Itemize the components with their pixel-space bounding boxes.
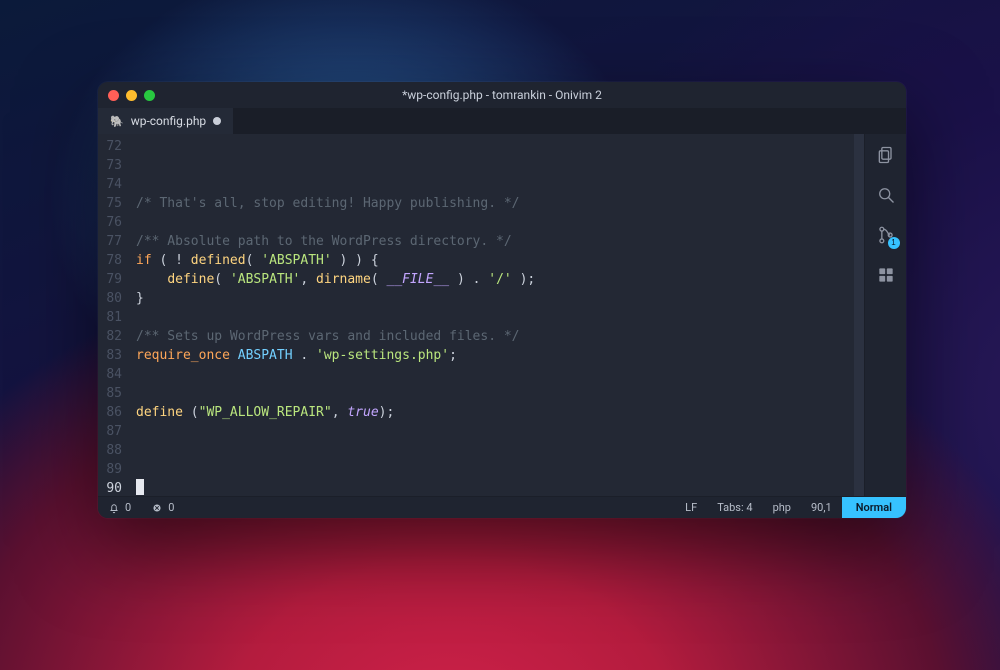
line-number: 79 — [98, 270, 122, 289]
close-button[interactable] — [108, 90, 119, 101]
line-number: 78 — [98, 251, 122, 270]
search-icon[interactable] — [875, 184, 897, 206]
code-line[interactable]: /** Sets up WordPress vars and included … — [136, 327, 864, 346]
line-number: 72 — [98, 137, 122, 156]
code-line[interactable]: define ("WP_ALLOW_REPAIR", true); — [136, 403, 864, 422]
code-line[interactable]: } — [136, 289, 864, 308]
status-vim-mode[interactable]: Normal — [842, 497, 906, 518]
editor-window: *wp-config.php - tomrankin - Onivim 2 🐘 … — [98, 82, 906, 518]
code-line[interactable]: if ( ! defined( 'ABSPATH' ) ) { — [136, 251, 864, 270]
line-number: 88 — [98, 441, 122, 460]
tab-label: wp-config.php — [131, 114, 206, 128]
activity-bar: 1 — [864, 134, 906, 496]
code-line[interactable] — [136, 365, 864, 384]
errors-count: 0 — [168, 501, 174, 514]
scrollbar-track[interactable] — [854, 134, 864, 496]
code-line[interactable]: /** Absolute path to the WordPress direc… — [136, 232, 864, 251]
code-line[interactable]: define( 'ABSPATH', dirname( __FILE__ ) .… — [136, 270, 864, 289]
line-number: 84 — [98, 365, 122, 384]
line-number: 73 — [98, 156, 122, 175]
php-file-icon: 🐘 — [110, 115, 124, 128]
line-number: 80 — [98, 289, 122, 308]
files-icon[interactable] — [875, 144, 897, 166]
notifications-count: 0 — [125, 501, 131, 514]
code-line[interactable] — [136, 213, 864, 232]
minimize-button[interactable] — [126, 90, 137, 101]
line-number: 83 — [98, 346, 122, 365]
status-indentation[interactable]: Tabs: 4 — [707, 497, 762, 518]
code-content[interactable]: /* That's all, stop editing! Happy publi… — [130, 134, 864, 496]
window-title: *wp-config.php - tomrankin - Onivim 2 — [98, 88, 906, 102]
code-line[interactable] — [136, 479, 864, 496]
scm-badge: 1 — [888, 237, 900, 249]
line-number: 74 — [98, 175, 122, 194]
line-number: 77 — [98, 232, 122, 251]
line-number: 89 — [98, 460, 122, 479]
titlebar[interactable]: *wp-config.php - tomrankin - Onivim 2 — [98, 82, 906, 108]
cursor — [136, 479, 144, 495]
line-number-gutter: 72737475767778798081828384858687888990 — [98, 134, 130, 496]
status-bar: 0 0 LF Tabs: 4 php 90,1 Normal — [98, 496, 906, 518]
code-editor[interactable]: 72737475767778798081828384858687888990 /… — [98, 134, 864, 496]
line-number: 86 — [98, 403, 122, 422]
window-controls — [108, 90, 155, 101]
code-line[interactable] — [136, 308, 864, 327]
line-number: 87 — [98, 422, 122, 441]
line-number: 75 — [98, 194, 122, 213]
maximize-button[interactable] — [144, 90, 155, 101]
line-number: 82 — [98, 327, 122, 346]
modified-indicator-icon — [213, 117, 221, 125]
status-notifications[interactable]: 0 — [98, 497, 141, 518]
line-number: 90 — [98, 479, 122, 496]
code-line[interactable]: require_once ABSPATH . 'wp-settings.php'… — [136, 346, 864, 365]
line-number: 85 — [98, 384, 122, 403]
line-number: 81 — [98, 308, 122, 327]
status-language[interactable]: php — [763, 497, 801, 518]
source-control-icon[interactable]: 1 — [875, 224, 897, 246]
error-icon — [151, 502, 163, 514]
bell-icon — [108, 502, 120, 514]
status-line-ending[interactable]: LF — [675, 497, 707, 518]
extensions-icon[interactable] — [875, 264, 897, 286]
status-spacer — [184, 497, 675, 518]
code-line[interactable] — [136, 156, 864, 175]
code-line[interactable] — [136, 441, 864, 460]
tab-strip: 🐘 wp-config.php — [98, 108, 906, 134]
code-line[interactable] — [136, 175, 864, 194]
code-line[interactable] — [136, 137, 864, 156]
code-line[interactable]: /* That's all, stop editing! Happy publi… — [136, 194, 864, 213]
editor-body: 72737475767778798081828384858687888990 /… — [98, 134, 906, 496]
code-line[interactable] — [136, 460, 864, 479]
status-errors[interactable]: 0 — [141, 497, 184, 518]
line-number: 76 — [98, 213, 122, 232]
code-line[interactable] — [136, 422, 864, 441]
tab-wp-config[interactable]: 🐘 wp-config.php — [98, 108, 234, 134]
status-cursor-position[interactable]: 90,1 — [801, 497, 842, 518]
code-line[interactable] — [136, 384, 864, 403]
